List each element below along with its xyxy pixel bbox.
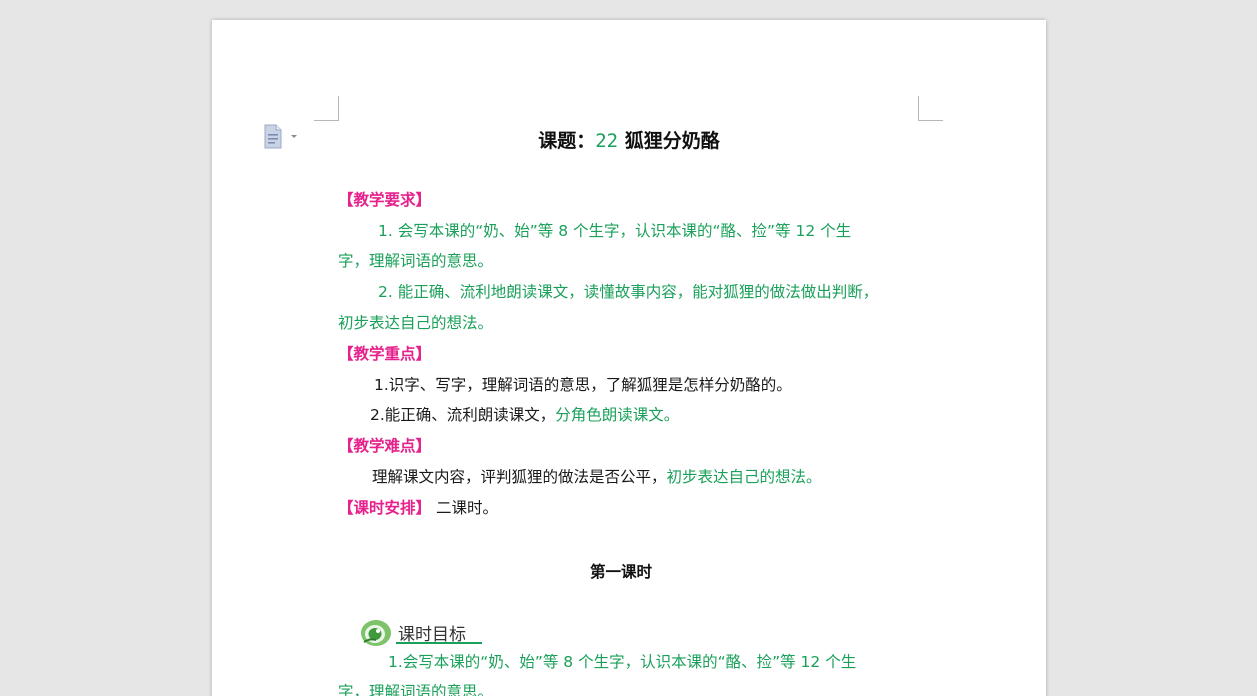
keypoint-2-green-text: 分角色朗读课文。	[555, 406, 680, 424]
document-title: 课题：22 狐狸分奶酪	[212, 126, 1046, 153]
schedule-text: 二课时。	[431, 499, 498, 517]
requirement-2-line-2: 初步表达自己的想法。	[338, 314, 494, 332]
keypoint-1: 1.识字、写字，理解词语的意思，了解狐狸是怎样分奶酪的。	[374, 376, 792, 394]
title-text: 狐狸分奶酪	[624, 130, 720, 152]
difficulty-green-text: 初步表达自己的想法。	[666, 468, 822, 486]
requirement-1-line-1: 1. 会写本课的“奶、始”等 8 个生字，认识本课的“酪、捡”等 12 个生	[378, 222, 852, 240]
document-page[interactable]: 课题：22 狐狸分奶酪 【教学要求】 1. 会写本课的“奶、始”等 8 个生字，…	[212, 20, 1046, 696]
leaf-badge-icon	[361, 620, 391, 646]
requirement-2-line-1: 2. 能正确、流利地朗读课文，读懂故事内容，能对狐狸的做法做出判断，	[378, 283, 879, 301]
keypoints-heading: 【教学重点】	[338, 345, 432, 363]
crop-mark-top-right	[918, 120, 943, 121]
difficulties-heading: 【教学难点】	[338, 437, 432, 455]
lesson-title: 第一课时	[589, 563, 652, 581]
objective-1-text: 1.会写本课的“奶、始”等 8 个生字，认识本课的“酪、捡”等 12 个生	[388, 653, 857, 671]
crop-mark-top-left	[314, 120, 339, 121]
title-number: 22	[595, 130, 619, 152]
title-prefix: 课题：	[538, 130, 596, 152]
objective-1-line-2: 字，理解词语的意思。	[338, 683, 494, 696]
keypoint-2: 2.能正确、流利朗读课文，分角色朗读课文。	[370, 405, 679, 425]
crop-mark-top-left	[338, 96, 339, 121]
schedule-heading: 【课时安排】	[338, 499, 432, 517]
viewer-canvas: 课题：22 狐狸分奶酪 【教学要求】 1. 会写本课的“奶、始”等 8 个生字，…	[0, 0, 1257, 696]
crop-mark-top-right	[918, 96, 919, 121]
requirement-1-line-2: 字，理解词语的意思。	[338, 252, 494, 270]
requirements-heading: 【教学要求】	[338, 191, 432, 209]
keypoint-2-text: 2.能正确、流利朗读课文，	[370, 406, 556, 424]
difficulty-line: 理解课文内容，评判狐狸的做法是否公平，初步表达自己的想法。	[372, 467, 822, 487]
schedule-line: 【课时安排】 二课时。	[338, 498, 498, 518]
objective-1-line-1: 1.会写本课的“奶、始”等 8 个生字，认识本课的“酪、捡”等 12 个生	[388, 652, 856, 672]
objectives-underline	[396, 642, 482, 644]
difficulty-text: 理解课文内容，评判狐狸的做法是否公平，	[372, 468, 667, 486]
